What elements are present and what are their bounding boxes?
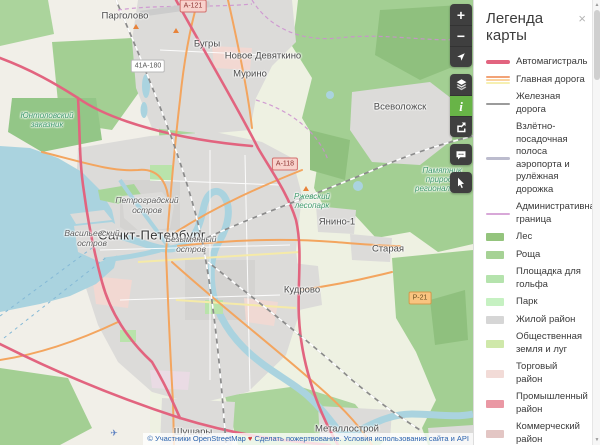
- legend-swatch-area: [486, 316, 504, 324]
- attribution-link[interactable]: Сделать пожертвование.: [252, 434, 341, 443]
- legend-item-label: Административная граница: [516, 201, 600, 226]
- svg-text:✈: ✈: [110, 428, 118, 438]
- legend-swatch-area: [486, 340, 504, 348]
- legend-item-label: Торговый район: [516, 361, 586, 386]
- legend-item: Автомагистраль: [486, 56, 586, 69]
- legend-item-label: Площадка для гольфа: [516, 266, 586, 291]
- layers-button[interactable]: [450, 74, 472, 95]
- cursor-icon: [455, 177, 467, 189]
- legend-swatch-area: [486, 400, 504, 408]
- locate-button[interactable]: [450, 46, 472, 67]
- scrollbar-thumb[interactable]: [594, 10, 600, 80]
- legend-item-label: Взлётно-посадочная полоса аэропорта и ру…: [516, 121, 586, 196]
- legend-item: Главная дорога: [486, 74, 586, 87]
- legend-item: Железная дорога: [486, 91, 586, 116]
- legend-swatch-area: [486, 430, 504, 438]
- navigate-icon: [455, 51, 467, 63]
- scrollbar-down-icon[interactable]: ▼: [593, 437, 600, 443]
- attribution-link[interactable]: © Участники OpenStreetMap: [147, 434, 245, 443]
- toolbar-group: [450, 172, 472, 193]
- legend-item: Коммерческий район: [486, 421, 586, 445]
- legend-swatch-area: [486, 275, 504, 283]
- legend-item-label: Лес: [516, 231, 586, 244]
- scrollbar-up-icon[interactable]: ▲: [593, 2, 600, 8]
- legend-item-label: Роща: [516, 249, 586, 262]
- attribution-link[interactable]: Условия использования сайта и API: [342, 434, 470, 443]
- toolbar-group: i: [450, 74, 472, 137]
- legend-item: Торговый район: [486, 361, 586, 386]
- legend-item-label: Автомагистраль: [516, 56, 587, 69]
- map-toolbar: +− i: [450, 4, 472, 200]
- legend-item: Взлётно-посадочная полоса аэропорта и ру…: [486, 121, 586, 196]
- layers-icon: [455, 78, 468, 91]
- legend-swatch-main-road: [486, 76, 510, 84]
- legend-swatch-motorway: [486, 60, 510, 64]
- legend-item-label: Парк: [516, 296, 586, 309]
- map-attribution: © Участники OpenStreetMap ♥ Сделать поже…: [143, 433, 473, 445]
- legend-item: Парк: [486, 296, 586, 309]
- legend-swatch-runway: [486, 157, 510, 160]
- legend-item-label: Жилой район: [516, 314, 586, 327]
- legend-button[interactable]: i: [450, 95, 472, 116]
- legend-items: Автомагистраль Главная дорога Железная дор…: [486, 56, 586, 445]
- legend-item: Промышленный район: [486, 391, 586, 416]
- legend-item-label: Промышленный район: [516, 391, 588, 416]
- query-features-button[interactable]: [450, 172, 472, 193]
- zoom-in-button[interactable]: +: [450, 4, 472, 25]
- share-icon: [455, 121, 467, 133]
- close-icon[interactable]: ×: [578, 12, 586, 25]
- map-legend-app: ✈ ПарголовоБугрыНовое ДевяткиноМуриноВсе…: [0, 0, 600, 445]
- legend-item: Лес: [486, 231, 586, 244]
- share-button[interactable]: [450, 116, 472, 137]
- comment-icon: [455, 149, 467, 161]
- legend-item-label: Коммерческий район: [516, 421, 586, 445]
- map-canvas[interactable]: ✈ ПарголовоБугрыНовое ДевяткиноМуриноВсе…: [0, 0, 473, 445]
- legend-item: Площадка для гольфа: [486, 266, 586, 291]
- legend-swatch-area: [486, 233, 504, 241]
- legend-item: Общественная земля и луг: [486, 331, 586, 356]
- legend-scrollbar[interactable]: ▲ ▼: [592, 0, 600, 445]
- toolbar-group: [450, 144, 472, 165]
- legend-item: Жилой район: [486, 314, 586, 327]
- notes-button[interactable]: [450, 144, 472, 165]
- zoom-out-button[interactable]: −: [450, 25, 472, 46]
- legend-title: Легенда карты: [486, 10, 578, 44]
- legend-swatch-area: [486, 251, 504, 259]
- legend-item: Административная граница: [486, 201, 586, 226]
- legend-item: Роща: [486, 249, 586, 262]
- legend-item-label: Главная дорога: [516, 74, 586, 87]
- legend-panel: Легенда карты × Автомагистраль Главная до…: [473, 0, 600, 445]
- legend-swatch-area: [486, 370, 504, 378]
- legend-item-label: Общественная земля и луг: [516, 331, 586, 356]
- legend-item-label: Железная дорога: [516, 91, 586, 116]
- legend-swatch-admin: [486, 213, 510, 215]
- legend-swatch-area: [486, 298, 504, 306]
- toolbar-group: +−: [450, 4, 472, 67]
- map-render: ✈: [0, 0, 473, 445]
- legend-swatch-railway: [486, 103, 510, 105]
